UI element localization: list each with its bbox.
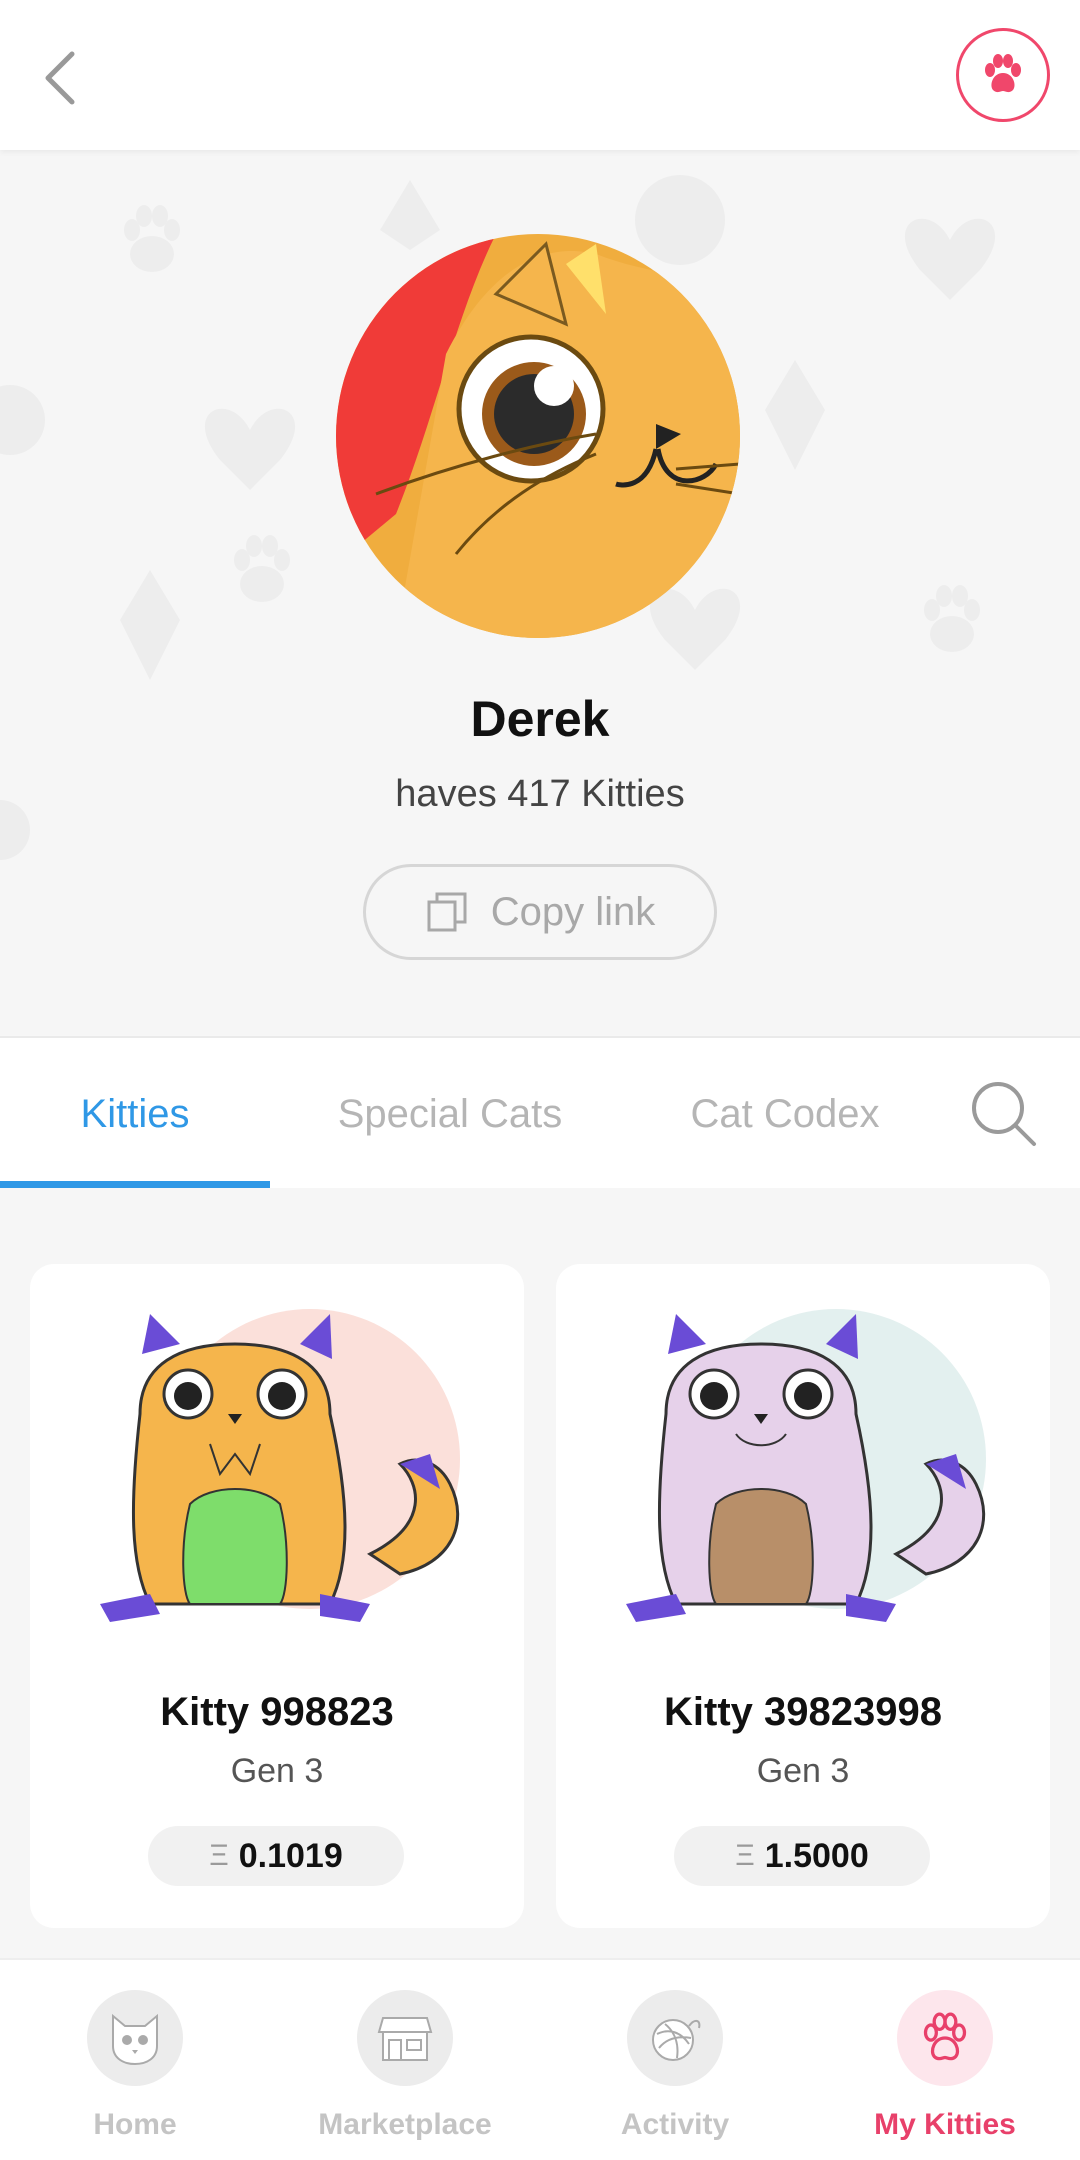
eth-icon: Ξ xyxy=(209,1839,229,1872)
kitty-image xyxy=(626,1309,986,1622)
nav-activity[interactable]: Activity xyxy=(540,1960,810,2160)
active-tab-indicator xyxy=(0,1181,270,1188)
profile-paw-button[interactable] xyxy=(956,28,1050,122)
cat-face-icon xyxy=(112,2013,158,2066)
yarn-ball-icon xyxy=(652,2019,701,2061)
top-bar xyxy=(0,0,1080,150)
nav-label: Home xyxy=(93,2108,177,2141)
price-value: 1.5000 xyxy=(764,1836,869,1875)
tab-cat-codex[interactable]: Cat Codex xyxy=(640,1038,930,1190)
nav-icon-circle xyxy=(627,1990,723,2086)
nav-icon-circle xyxy=(87,1990,183,2086)
copy-link-label: Copy link xyxy=(490,889,656,934)
tab-bar: Kitties Special Cats Cat Codex xyxy=(0,1036,1080,1188)
tab-label: Cat Codex xyxy=(690,1091,880,1136)
nav-label: Activity xyxy=(620,2108,730,2141)
nav-home[interactable]: Home xyxy=(0,1960,270,2160)
profile-section: Derek haves 417 Kitties Copy link xyxy=(0,150,1080,1035)
tab-label: Special Cats xyxy=(337,1091,563,1136)
price-value: 0.1019 xyxy=(238,1836,343,1875)
kitty-generation: Gen 3 xyxy=(230,1752,324,1790)
copy-link-button[interactable]: Copy link xyxy=(363,864,717,960)
kitty-grid: Kitty 998823 Gen 3 Ξ 0.1019 Kitty 398239… xyxy=(0,1188,1080,1958)
store-icon xyxy=(377,2017,433,2061)
kitty-name: Kitty 39823998 xyxy=(664,1690,942,1734)
kitty-image xyxy=(100,1309,460,1622)
nav-marketplace[interactable]: Marketplace xyxy=(270,1960,540,2160)
kitty-name: Kitty 998823 xyxy=(160,1690,394,1734)
tab-label: Kitties xyxy=(80,1091,190,1136)
nav-icon-circle xyxy=(897,1990,993,2086)
eth-icon: Ξ xyxy=(735,1839,755,1872)
avatar xyxy=(336,234,740,638)
nav-icon-circle xyxy=(357,1990,453,2086)
bottom-navigation: Home Marketplace Activity My Kitties xyxy=(0,1958,1080,2160)
paw-icon xyxy=(985,54,1021,93)
paw-icon xyxy=(923,2012,967,2061)
kitty-card[interactable]: Kitty 39823998 Gen 3 Ξ 1.5000 xyxy=(556,1264,1050,1928)
profile-name: Derek xyxy=(470,691,610,747)
nav-label: Marketplace xyxy=(318,2108,492,2141)
kitty-card[interactable]: Kitty 998823 Gen 3 Ξ 0.1019 xyxy=(30,1264,524,1928)
kitty-count-text: haves 417 Kitties xyxy=(395,773,685,815)
kitty-price: Ξ 1.5000 xyxy=(674,1826,930,1886)
nav-label: My Kitties xyxy=(874,2108,1016,2141)
search-icon[interactable] xyxy=(964,1074,1044,1154)
copy-icon xyxy=(427,892,467,932)
kitty-generation: Gen 3 xyxy=(756,1752,850,1790)
kitty-price: Ξ 0.1019 xyxy=(148,1826,404,1886)
tab-kitties[interactable]: Kitties xyxy=(0,1038,270,1190)
tab-special-cats[interactable]: Special Cats xyxy=(290,1038,610,1190)
chevron-left-icon[interactable] xyxy=(36,48,90,108)
nav-my-kitties[interactable]: My Kitties xyxy=(810,1960,1080,2160)
